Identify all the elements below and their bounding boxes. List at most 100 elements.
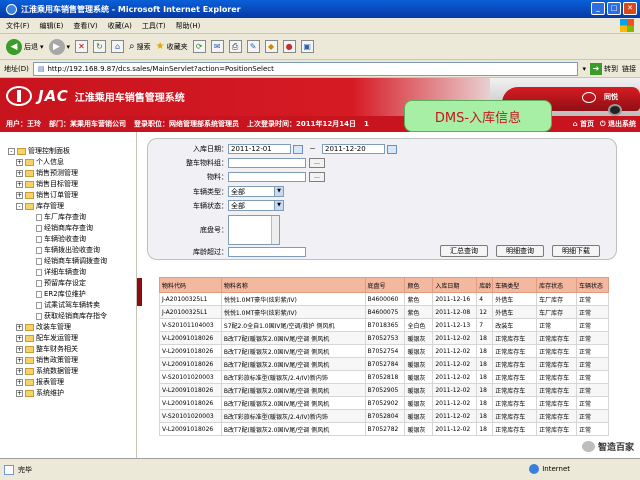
material-group-input[interactable] — [228, 158, 306, 168]
expand-icon[interactable]: + — [16, 181, 23, 188]
search-button[interactable]: ⌕ 搜索 — [129, 41, 151, 52]
menu-view[interactable]: 查看(V) — [73, 21, 97, 31]
sidebar-item[interactable]: + 配车发运管理 — [8, 333, 136, 344]
expand-icon[interactable]: + — [16, 390, 23, 397]
address-input[interactable]: ▤ http://192.168.9.87/dcs.sales/MainServ… — [32, 61, 579, 76]
sidebar-item[interactable]: 车辆拨出验收查询 — [8, 245, 136, 256]
expand-icon[interactable]: + — [16, 192, 23, 199]
calendar-icon[interactable] — [293, 144, 303, 154]
sidebar-item[interactable]: + 个人信息 — [8, 157, 136, 168]
material-group-picker-button[interactable]: ... — [309, 158, 325, 168]
sidebar-item[interactable]: + 销售政策管理 — [8, 355, 136, 366]
table-row[interactable]: V-L20091018026 B改T7配(暖银灰2.0国IV尾/空调 侧风机 B70… — [159, 331, 609, 345]
column-header[interactable]: 车辆状态 — [576, 277, 609, 293]
vehicle-status-select[interactable]: 全部 ▼ — [228, 200, 284, 211]
column-header[interactable]: 底盘号 — [364, 277, 406, 293]
date-from-input[interactable]: 2011-12-01 — [228, 144, 291, 154]
stock-age-input[interactable] — [228, 247, 306, 257]
sidebar-item[interactable]: 车辆验收查询 — [8, 234, 136, 245]
expand-icon[interactable]: - — [8, 148, 15, 155]
favorites-button[interactable]: ★ 收藏夹 — [156, 41, 188, 52]
material-input[interactable] — [228, 172, 306, 182]
mail-icon[interactable]: ✉ — [210, 40, 224, 53]
calendar-icon[interactable] — [387, 144, 397, 154]
minimize-button[interactable]: _ — [591, 2, 605, 15]
close-button[interactable]: ✕ — [623, 2, 637, 15]
menu-edit[interactable]: 编辑(E) — [40, 21, 64, 31]
sidebar-item[interactable]: - 库存管理 — [8, 201, 136, 212]
column-header[interactable]: 库龄 — [476, 277, 494, 293]
expand-icon[interactable]: + — [16, 368, 23, 375]
edit-icon[interactable]: ✎ — [246, 40, 260, 53]
sidebar-item[interactable]: ER2库位维护 — [8, 289, 136, 300]
sidebar-collapse-handle[interactable] — [137, 278, 142, 306]
messenger-icon[interactable]: ● — [282, 40, 296, 53]
table-row[interactable]: V-L20091018026 B改T7配(暖银灰2.0国IV尾/空调 侧风机 B70… — [159, 357, 609, 371]
table-row[interactable]: V-L20091018026 B改T7配(暖银灰2.0国IV尾/空调 侧风机 B70… — [159, 344, 609, 358]
links-label[interactable]: 链接 — [622, 64, 636, 74]
forward-button[interactable]: ▶ ▾ — [48, 38, 71, 55]
expand-icon[interactable]: + — [16, 379, 23, 386]
expand-icon[interactable]: + — [16, 159, 23, 166]
stop-icon[interactable]: ✕ — [75, 40, 89, 53]
summary-query-button[interactable]: 汇总查询 — [440, 245, 488, 257]
column-header[interactable]: 物料代码 — [159, 277, 222, 293]
sidebar-item[interactable]: 经销商车辆调拨查询 — [8, 256, 136, 267]
print-icon[interactable]: ⎙ — [228, 40, 242, 53]
sidebar-item[interactable]: + 改装车管理 — [8, 322, 136, 333]
material-picker-button[interactable]: ... — [309, 172, 325, 182]
sidebar-item[interactable]: + 销售目标管理 — [8, 179, 136, 190]
history-icon[interactable]: ⟳ — [192, 40, 206, 53]
sidebar-item[interactable]: 详细车辆查询 — [8, 267, 136, 278]
expand-icon[interactable]: + — [16, 335, 23, 342]
expand-icon[interactable]: + — [16, 346, 23, 353]
sidebar-item[interactable]: + 整车财务相关 — [8, 344, 136, 355]
back-dropdown-icon[interactable]: ▾ — [40, 43, 44, 51]
detail-query-button[interactable]: 明细查询 — [496, 245, 544, 257]
table-row[interactable]: V-L20091018026 B改T7配(暖银灰2.0国IV尾/空调 侧风机 B70… — [159, 383, 609, 397]
table-row[interactable]: J-A20100325L1 悦悦1.0MT豪华(炫彩紫/IV) B4600075 紫色… — [159, 305, 609, 319]
vehicle-type-select[interactable]: 全部 ▼ — [228, 186, 284, 197]
expand-icon[interactable]: + — [16, 357, 23, 364]
menu-tools[interactable]: 工具(T) — [142, 21, 166, 31]
sidebar-item[interactable]: + 系统维护 — [8, 388, 136, 399]
address-dropdown-icon[interactable]: ▾ — [582, 65, 586, 73]
menu-file[interactable]: 文件(F) — [6, 21, 30, 31]
sidebar-item[interactable]: 试乘试驾车辆转卖 — [8, 300, 136, 311]
sidebar-item[interactable]: + 报表管理 — [8, 377, 136, 388]
sidebar-item[interactable]: 车厂库存查询 — [8, 212, 136, 223]
sidebar-item[interactable]: + 销售订单管理 — [8, 190, 136, 201]
collapse-icon[interactable]: - — [16, 203, 23, 210]
sidebar-item[interactable]: 经销商库存查询 — [8, 223, 136, 234]
sidebar-item[interactable]: 预留库存设定 — [8, 278, 136, 289]
date-to-input[interactable]: 2011-12-20 — [322, 144, 385, 154]
table-row[interactable]: J-A20100325L1 悦悦1.0MT豪华(炫彩紫/IV) B4600060 紫色… — [159, 292, 609, 306]
refresh-icon[interactable]: ↻ — [93, 40, 107, 53]
column-header[interactable]: 物料名称 — [220, 277, 366, 293]
table-row[interactable]: V-L20091018026 B改T7配(暖银灰2.0国IV尾/空调 侧风机 B70… — [159, 396, 609, 410]
home-icon[interactable]: ⌂ — [111, 40, 125, 53]
sidebar-item[interactable]: + 销售预测管理 — [8, 168, 136, 179]
vin-scrollbar[interactable] — [271, 216, 279, 244]
discuss-icon[interactable]: ◆ — [264, 40, 278, 53]
expand-icon[interactable]: + — [16, 324, 23, 331]
column-header[interactable]: 库存状态 — [536, 277, 578, 293]
vin-textarea[interactable] — [228, 215, 280, 245]
column-header[interactable]: 车辆类型 — [492, 277, 538, 293]
table-row[interactable]: V-S20101104003 S7配2.0全自1.0国IV尾/空调/救护 侧风机 B… — [159, 318, 609, 332]
back-button[interactable]: ◀ 后退 ▾ — [6, 38, 44, 55]
logout-link[interactable]: ⏻ 退出系统 — [600, 119, 636, 129]
home-link[interactable]: ⌂ 首页 — [573, 119, 594, 129]
sidebar-item[interactable]: 获取经销商库存指令 — [8, 311, 136, 322]
menu-help[interactable]: 帮助(H) — [176, 21, 201, 31]
research-icon[interactable]: ▣ — [300, 40, 314, 53]
go-button[interactable]: ➜ 转到 — [590, 62, 618, 75]
detail-download-button[interactable]: 明细下载 — [552, 245, 600, 257]
table-row[interactable]: V-S20101020003 B改T彩旅标准型(暖银灰/2.4/IV)新内饰 B70… — [159, 409, 609, 423]
maximize-button[interactable]: □ — [607, 2, 621, 15]
forward-dropdown-icon[interactable]: ▾ — [67, 43, 71, 51]
table-row[interactable]: V-S20101020003 B改T彩旅标准型(暖银灰/2.4/IV)新内饰 B70… — [159, 370, 609, 384]
menu-favorites[interactable]: 收藏(A) — [108, 21, 132, 31]
expand-icon[interactable]: + — [16, 170, 23, 177]
sidebar-item[interactable]: + 系统数据管理 — [8, 366, 136, 377]
